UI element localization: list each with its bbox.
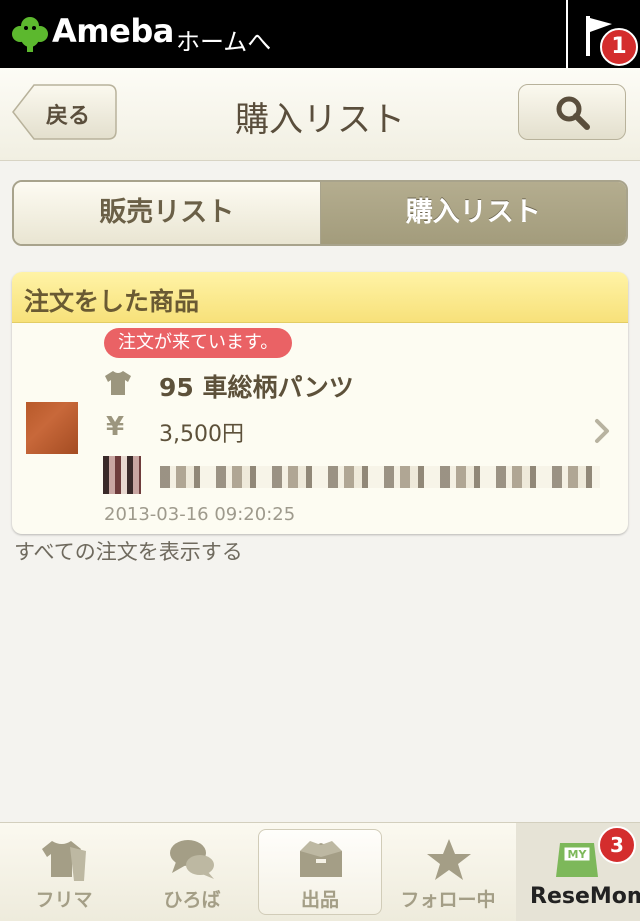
item-thumbnail [26, 402, 78, 454]
ameba-top-bar: Ameba ホームへ 1 [0, 0, 640, 68]
ameba-brand[interactable]: Ameba [52, 12, 174, 50]
item-price: 3,500円 [159, 422, 244, 447]
list-segmented-control: 販売リスト 購入リスト [12, 180, 628, 246]
tab-buy-list[interactable]: 購入リスト [320, 182, 626, 244]
nav-header: 戻る 購入リスト [0, 68, 640, 161]
divider [566, 0, 568, 68]
item-name: 95 車総柄パンツ [159, 373, 354, 402]
show-all-orders-link[interactable]: すべての注文を表示する [14, 536, 243, 566]
box-icon [300, 841, 342, 877]
card-header: 注文をした商品 [12, 272, 628, 323]
notification-badge[interactable]: 1 [600, 28, 638, 66]
tab-label: フォロー中 [400, 889, 496, 911]
my-signboard-icon: MY [556, 843, 598, 877]
tab-following[interactable]: フォロー中 [384, 823, 512, 921]
my-icon-text: MY [568, 848, 588, 861]
home-link[interactable]: ホームへ [176, 22, 271, 57]
ordered-items-card: 注文をした商品 注文が来ています。 95 車総柄パンツ ¥ 3,500円 201… [12, 272, 628, 534]
chevron-right-icon [595, 419, 609, 443]
yen-icon: ¥ [106, 412, 125, 442]
buyer-avatar [103, 456, 141, 494]
tab-label: ひろば [163, 889, 221, 911]
tab-hiroba[interactable]: ひろば [128, 823, 256, 921]
section-title: 注文をした商品 [24, 287, 200, 316]
tab-listing[interactable]: 出品 [256, 823, 384, 921]
order-status-badge: 注文が来ています。 [104, 328, 293, 358]
my-notification-badge[interactable]: 3 [598, 826, 636, 864]
order-timestamp: 2013-03-16 09:20:25 [104, 504, 296, 525]
search-icon [556, 96, 590, 130]
tab-label: フリマ [35, 889, 93, 911]
ameba-logo-icon [12, 17, 48, 52]
star-icon [427, 839, 471, 880]
shirt-icon [105, 371, 131, 395]
tab-flea-market[interactable]: フリマ [0, 823, 128, 921]
resemom-watermark: ReseMom [530, 884, 640, 909]
blurred-message [160, 466, 600, 488]
chat-bubbles-icon [170, 840, 214, 879]
search-button[interactable] [518, 84, 626, 140]
tab-sell-list[interactable]: 販売リスト [14, 182, 321, 244]
tab-label: 出品 [300, 889, 339, 911]
clothes-icon [42, 841, 86, 881]
